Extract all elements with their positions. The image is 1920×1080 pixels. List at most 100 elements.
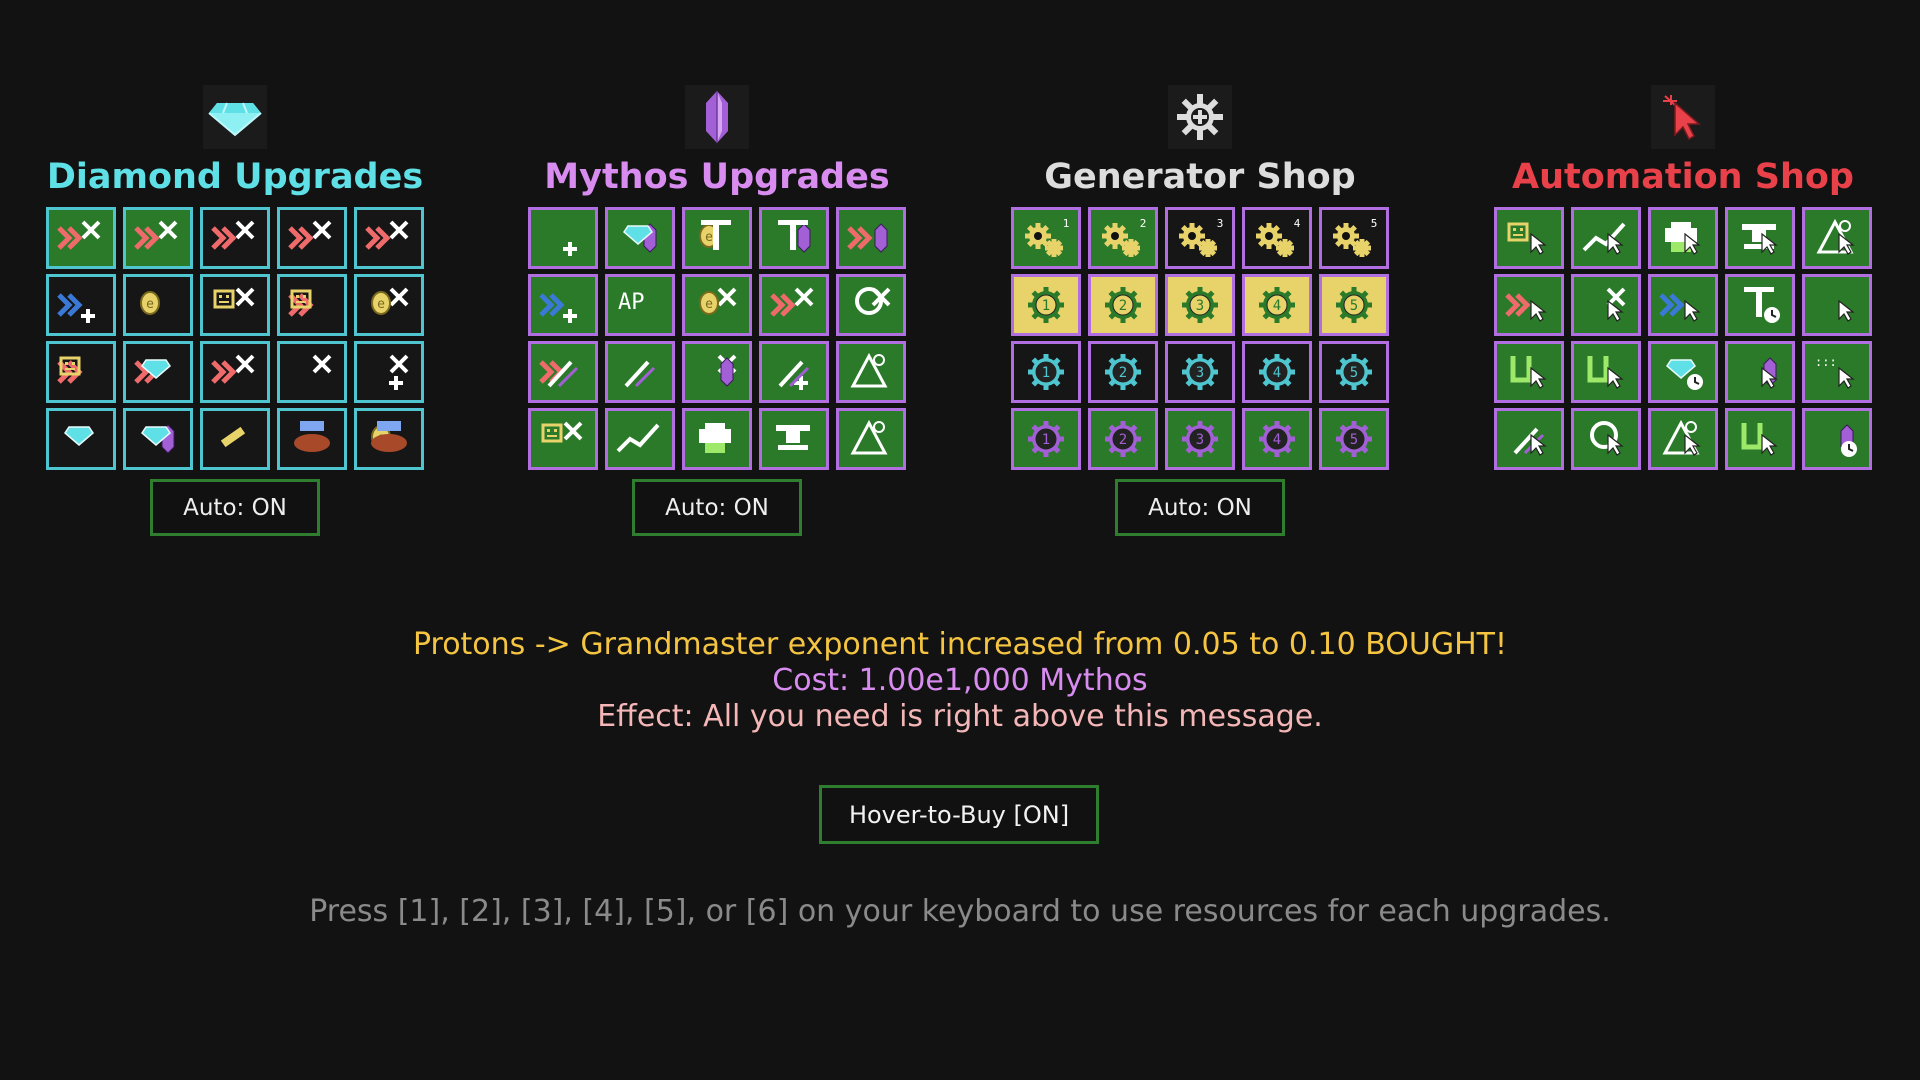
generator-upgrade-11[interactable]: 1	[1011, 341, 1081, 403]
generator-upgrade-18[interactable]: 3	[1165, 408, 1235, 470]
mythos-upgrade-14[interactable]	[759, 341, 829, 403]
automation-upgrade-13[interactable]	[1648, 341, 1718, 403]
generator-upgrade-16[interactable]: 1	[1011, 408, 1081, 470]
purchase-effect-line: Protons -> Grandmaster exponent increase…	[412, 627, 1508, 662]
diamond-upgrade-1[interactable]	[46, 207, 116, 269]
mythos-upgrade-10[interactable]	[836, 274, 906, 336]
diamond-upgrade-17[interactable]	[123, 408, 193, 470]
svg-text:4: 4	[1273, 432, 1281, 448]
mythos-upgrade-15[interactable]	[836, 341, 906, 403]
diamond-upgrade-6[interactable]	[46, 274, 116, 336]
generator-upgrade-6[interactable]: 1	[1011, 274, 1081, 336]
automation-upgrade-1[interactable]	[1494, 207, 1564, 269]
automation-upgrade-2[interactable]	[1571, 207, 1641, 269]
generator-upgrade-2[interactable]: 2	[1088, 207, 1158, 269]
diamond-upgrade-8[interactable]	[200, 274, 270, 336]
svg-text:1: 1	[1063, 217, 1070, 230]
diamond-upgrade-7[interactable]: e	[123, 274, 193, 336]
gear-num-icon: 1	[1020, 283, 1072, 327]
diamond-upgrade-15[interactable]	[354, 341, 424, 403]
automation-upgrade-11[interactable]	[1494, 341, 1564, 403]
generator-upgrade-8[interactable]: 3	[1165, 274, 1235, 336]
mythos-upgrade-1[interactable]	[528, 207, 598, 269]
diamond-upgrade-12[interactable]	[123, 341, 193, 403]
generator-shop-title: Generator Shop	[1044, 157, 1356, 197]
generator-upgrade-4[interactable]: 4	[1242, 207, 1312, 269]
generator-upgrade-10[interactable]: 5	[1319, 274, 1389, 336]
diamond-upgrade-10[interactable]: e	[354, 274, 424, 336]
generator-upgrade-12[interactable]: 2	[1088, 341, 1158, 403]
automation-upgrade-9[interactable]	[1725, 274, 1795, 336]
mythos-upgrade-4[interactable]	[759, 207, 829, 269]
diamond-upgrade-9[interactable]	[277, 274, 347, 336]
mythos-auto-toggle[interactable]: Auto: ON	[632, 479, 802, 536]
mythos-upgrade-6[interactable]	[528, 274, 598, 336]
mythos-upgrade-12[interactable]	[605, 341, 675, 403]
automation-upgrade-12[interactable]	[1571, 341, 1641, 403]
generator-upgrade-5[interactable]: 5	[1319, 207, 1389, 269]
generator-upgrade-20[interactable]: 5	[1319, 408, 1389, 470]
generator-upgrade-14[interactable]: 4	[1242, 341, 1312, 403]
coin-x-icon: e	[691, 283, 743, 327]
svg-text:e: e	[705, 230, 713, 245]
automation-upgrade-16[interactable]	[1494, 408, 1564, 470]
mythos-upgrade-19[interactable]	[759, 408, 829, 470]
mythos-upgrade-16[interactable]	[528, 408, 598, 470]
generator-upgrade-15[interactable]: 5	[1319, 341, 1389, 403]
mythos-upgrade-18[interactable]	[682, 408, 752, 470]
svg-text:2: 2	[1140, 217, 1147, 230]
diamond-upgrade-4[interactable]	[277, 207, 347, 269]
mythos-upgrade-2[interactable]	[605, 207, 675, 269]
x-cursor-icon	[1580, 283, 1632, 327]
diamond-upgrade-20[interactable]: e	[354, 408, 424, 470]
diamond-auto-toggle[interactable]: Auto: ON	[150, 479, 320, 536]
automation-upgrade-20[interactable]	[1802, 408, 1872, 470]
diamond-upgrade-16[interactable]	[46, 408, 116, 470]
automation-upgrade-17[interactable]	[1571, 408, 1641, 470]
mythos-upgrade-20[interactable]	[836, 408, 906, 470]
automation-upgrade-7[interactable]	[1571, 274, 1641, 336]
diamond-upgrade-5[interactable]	[354, 207, 424, 269]
automation-upgrade-6[interactable]	[1494, 274, 1564, 336]
robot-cursor-icon	[1503, 216, 1555, 260]
mythos-upgrade-17[interactable]	[605, 408, 675, 470]
chevron-x-icon	[55, 216, 107, 260]
diamond-upgrade-13[interactable]	[200, 341, 270, 403]
hover-to-buy-button[interactable]: Hover-to-Buy [ON]	[819, 785, 1099, 844]
mythos-upgrade-8[interactable]: e	[682, 274, 752, 336]
automation-upgrade-4[interactable]	[1725, 207, 1795, 269]
generator-upgrade-17[interactable]: 2	[1088, 408, 1158, 470]
gear-num-icon: 5	[1328, 283, 1380, 327]
diamond-upgrade-14[interactable]	[277, 341, 347, 403]
mythos-upgrade-3[interactable]: e	[682, 207, 752, 269]
diamond-upgrade-2[interactable]	[123, 207, 193, 269]
automation-upgrade-10[interactable]	[1802, 274, 1872, 336]
diamond-upgrade-19[interactable]	[277, 408, 347, 470]
mythos-upgrade-5[interactable]	[836, 207, 906, 269]
generator-upgrade-1[interactable]: 1	[1011, 207, 1081, 269]
automation-panel: Automation Shop :::	[1493, 85, 1873, 470]
mythos-upgrade-9[interactable]	[759, 274, 829, 336]
mythos-panel: Mythos Upgrades e AP e Auto: ON	[527, 85, 907, 536]
generator-upgrade-13[interactable]: 3	[1165, 341, 1235, 403]
wand-cursor-icon	[1503, 417, 1555, 461]
automation-upgrade-18[interactable]	[1648, 408, 1718, 470]
diamond-upgrade-18[interactable]	[200, 408, 270, 470]
generator-upgrade-7[interactable]: 2	[1088, 274, 1158, 336]
automation-upgrade-5[interactable]	[1802, 207, 1872, 269]
generator-upgrade-9[interactable]: 4	[1242, 274, 1312, 336]
flask-icon	[845, 350, 897, 394]
diamond-upgrade-3[interactable]	[200, 207, 270, 269]
automation-upgrade-3[interactable]	[1648, 207, 1718, 269]
generator-upgrade-19[interactable]: 4	[1242, 408, 1312, 470]
generator-upgrade-3[interactable]: 3	[1165, 207, 1235, 269]
automation-upgrade-15[interactable]: :::	[1802, 341, 1872, 403]
mythos-upgrade-7[interactable]: AP	[605, 274, 675, 336]
generator-auto-toggle[interactable]: Auto: ON	[1115, 479, 1285, 536]
automation-upgrade-8[interactable]	[1648, 274, 1718, 336]
mythos-upgrade-13[interactable]	[682, 341, 752, 403]
automation-upgrade-19[interactable]	[1725, 408, 1795, 470]
automation-upgrade-14[interactable]	[1725, 341, 1795, 403]
mythos-upgrade-11[interactable]	[528, 341, 598, 403]
diamond-upgrade-11[interactable]	[46, 341, 116, 403]
